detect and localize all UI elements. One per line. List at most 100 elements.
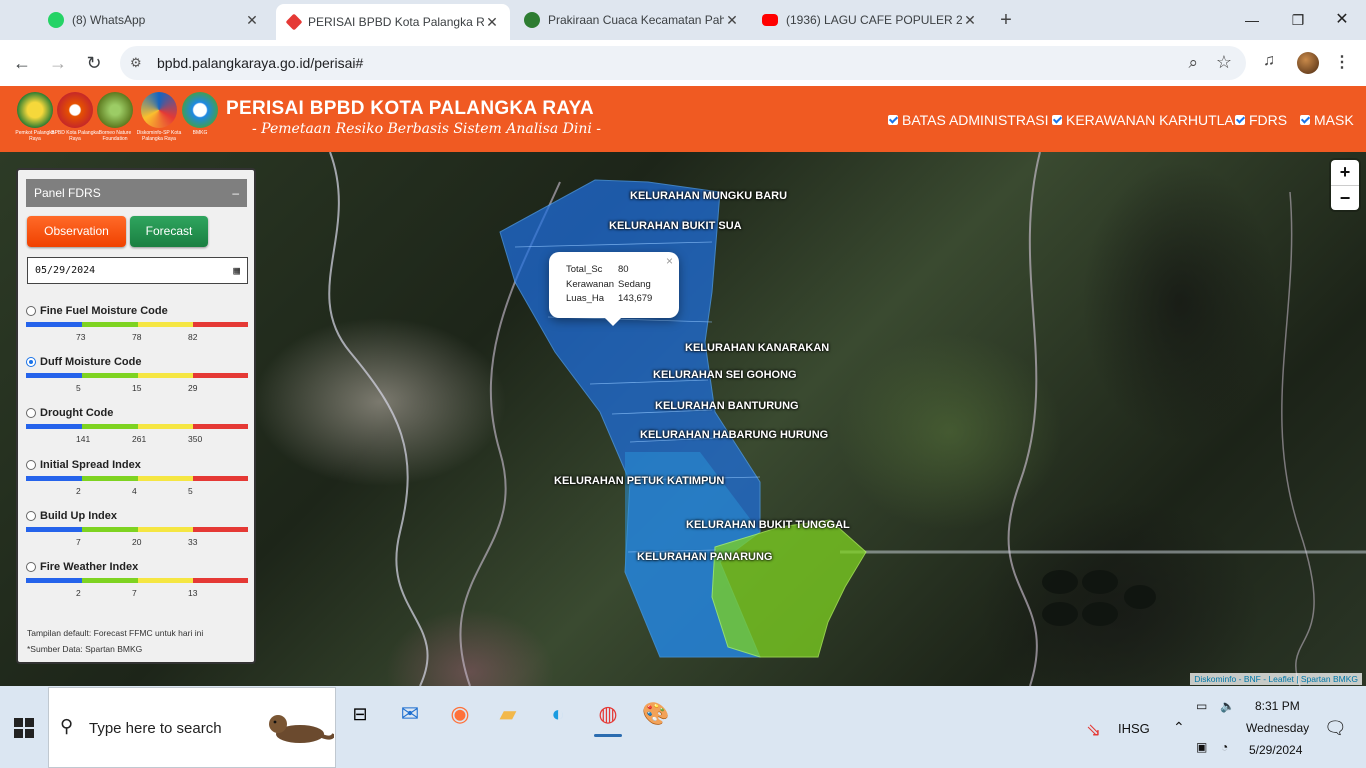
zoom-out-button[interactable]: − — [1331, 185, 1359, 210]
fdrs-index-row[interactable]: Drought Code 141 261 350 — [26, 406, 248, 456]
notification-icon[interactable]: 🗨 — [1324, 718, 1347, 739]
layer-batas-administrasi[interactable]: BATAS ADMINISTRASI — [888, 112, 1049, 128]
index-name[interactable]: Fire Weather Index — [40, 561, 138, 573]
fdrs-index-row[interactable]: Build Up Index 7 20 33 — [26, 509, 248, 559]
index-radio[interactable] — [26, 459, 36, 470]
bookmark-star-icon[interactable]: ☆ — [1216, 52, 1232, 73]
task-view-icon[interactable]: ⊟ — [340, 694, 380, 734]
clock-day[interactable]: Wednesday — [1246, 721, 1309, 735]
tab-whatsapp[interactable]: (8) WhatsApp ✕ — [38, 6, 270, 34]
page-title: PERISAI BPBD KOTA PALANGKA RAYA — [226, 98, 594, 119]
fdrs-index-row[interactable]: Fine Fuel Moisture Code 73 78 82 — [26, 304, 248, 354]
bpbd-logo — [57, 92, 93, 128]
new-tab-button[interactable]: + — [996, 10, 1016, 30]
layer-kerawanan-karhutla[interactable]: KERAWANAN KARHUTLA — [1052, 112, 1234, 128]
index-name[interactable]: Duff Moisture Code — [40, 356, 141, 368]
clock-time[interactable]: 8:31 PM — [1255, 699, 1300, 713]
checkbox-icon[interactable] — [1052, 115, 1062, 125]
chrome-app-icon[interactable]: ◍ — [588, 694, 628, 737]
url-text[interactable]: bpbd.palangkaraya.go.id/perisai# — [157, 55, 363, 71]
scale-tick-label: 5 — [76, 383, 81, 394]
scale-segment — [138, 373, 193, 379]
popup-value: Sedang — [618, 278, 651, 290]
clock-date[interactable]: 5/29/2024 — [1249, 743, 1302, 757]
fdrs-index-row[interactable]: Fire Weather Index 2 7 13 — [26, 560, 248, 610]
edge-app-icon[interactable]: ◐ — [538, 694, 578, 734]
address-bar[interactable]: ⚙ bpbd.palangkaraya.go.id/perisai# ⌕ ☆ — [120, 46, 1246, 80]
volume-icon[interactable]: 🔈 — [1220, 699, 1235, 713]
file-explorer-icon[interactable]: ▰ — [488, 694, 528, 734]
index-name[interactable]: Fine Fuel Moisture Code — [40, 305, 168, 317]
date-value[interactable]: 05/29/2024 — [35, 265, 95, 276]
map-canvas[interactable]: KELURAHAN MUNGKU BARU KELURAHAN BUKIT SU… — [0, 152, 1366, 686]
tab-perisai[interactable]: PERISAI BPBD Kota Palangka Ra ✕ — [276, 4, 510, 40]
panel-header[interactable]: Panel FDRS – — [26, 179, 247, 207]
scale-segment — [193, 424, 248, 430]
zoom-in-button[interactable]: + — [1331, 160, 1359, 185]
site-header: Pemkot Palangka Raya BPBD Kota Palangka … — [0, 86, 1366, 152]
close-icon[interactable]: × — [666, 254, 673, 268]
tab-prakiraan-cuaca[interactable]: Prakiraan Cuaca Kecamatan Pah ✕ — [514, 6, 750, 34]
close-window-button[interactable]: ✕ — [1322, 8, 1362, 32]
fdrs-index-row[interactable]: Initial Spread Index 2 4 5 — [26, 458, 248, 508]
index-radio[interactable] — [26, 510, 36, 521]
forward-button[interactable]: → — [46, 51, 70, 75]
index-radio[interactable] — [26, 306, 36, 316]
search-placeholder[interactable]: Type here to search — [89, 720, 222, 737]
taskbar-search[interactable]: ⚲ Type here to search — [48, 687, 336, 768]
index-name[interactable]: Initial Spread Index — [40, 459, 141, 471]
index-name[interactable]: Drought Code — [40, 407, 113, 419]
close-icon[interactable]: ✕ — [724, 12, 740, 29]
layer-fdrs[interactable]: FDRS — [1235, 112, 1287, 128]
checkbox-icon[interactable] — [888, 115, 898, 125]
close-icon[interactable]: ✕ — [244, 12, 260, 29]
kelurahan-label: KELURAHAN MUNGKU BARU — [630, 190, 788, 202]
meet-icon[interactable]: ▣ — [1196, 740, 1207, 754]
restore-button[interactable]: ❐ — [1278, 8, 1318, 32]
menu-dots-icon[interactable]: ⋮ — [1334, 52, 1350, 72]
checkbox-icon[interactable] — [1235, 115, 1245, 125]
close-icon[interactable]: ✕ — [484, 14, 500, 31]
tab-youtube[interactable]: (1936) LAGU CAFE POPULER 20 ✕ — [752, 6, 988, 34]
index-radio[interactable] — [26, 408, 36, 419]
firefox-app-icon[interactable]: ◉ — [440, 694, 480, 734]
scale-segment — [26, 424, 82, 430]
back-button[interactable]: ← — [10, 51, 34, 75]
logo-caption: BMKG — [192, 130, 208, 136]
index-radio[interactable] — [26, 562, 36, 572]
zoom-icon[interactable]: ⌕ — [1188, 53, 1198, 73]
date-field[interactable]: 05/29/2024 ▦ — [27, 257, 248, 284]
forecast-button[interactable]: Forecast — [130, 216, 208, 247]
index-radio[interactable] — [26, 357, 36, 368]
scale-segment — [82, 475, 138, 481]
avatar[interactable] — [1297, 52, 1319, 74]
minimize-button[interactable]: — — [1232, 8, 1272, 32]
ihsg-widget[interactable]: IHSG — [1118, 721, 1150, 736]
index-name[interactable]: Build Up Index — [40, 510, 117, 522]
site-settings-icon[interactable]: ⚙ — [130, 55, 146, 71]
reload-button[interactable]: ↻ — [82, 51, 106, 75]
media-control-icon[interactable]: ♫ — [1263, 52, 1275, 70]
scale-tick-label: 7 — [132, 588, 137, 598]
scale-tick-label: 29 — [188, 383, 198, 394]
windows-start-icon[interactable] — [14, 718, 34, 738]
bnf-logo — [97, 92, 133, 128]
wifi-icon[interactable]: ◔ — [1221, 740, 1228, 754]
observation-button[interactable]: Observation — [27, 216, 126, 247]
fdrs-index-row[interactable]: Duff Moisture Code 5 15 29 — [26, 355, 248, 405]
scale-segment — [82, 322, 138, 327]
paint-app-icon[interactable]: 🎨 — [636, 694, 676, 734]
battery-icon[interactable]: ▭ — [1196, 699, 1207, 713]
close-icon[interactable]: ✕ — [962, 12, 978, 29]
checkbox-icon[interactable] — [1300, 115, 1310, 125]
stock-chart-icon[interactable]: ⇘ — [1086, 720, 1101, 741]
tab-title: (1936) LAGU CAFE POPULER 20 — [786, 13, 962, 27]
map-attribution[interactable]: Diskominfo - BNF - Leaflet | Spartan BMK… — [1190, 673, 1362, 685]
chevron-up-icon[interactable]: ⌃ — [1173, 719, 1185, 736]
collapse-button[interactable]: – — [232, 179, 239, 207]
scale-tick-label: 7 — [76, 536, 81, 547]
scale-segment — [138, 526, 193, 532]
calendar-icon[interactable]: ▦ — [233, 258, 240, 283]
mail-app-icon[interactable]: ✉ — [390, 694, 430, 734]
layer-mask[interactable]: MASK — [1300, 112, 1354, 128]
